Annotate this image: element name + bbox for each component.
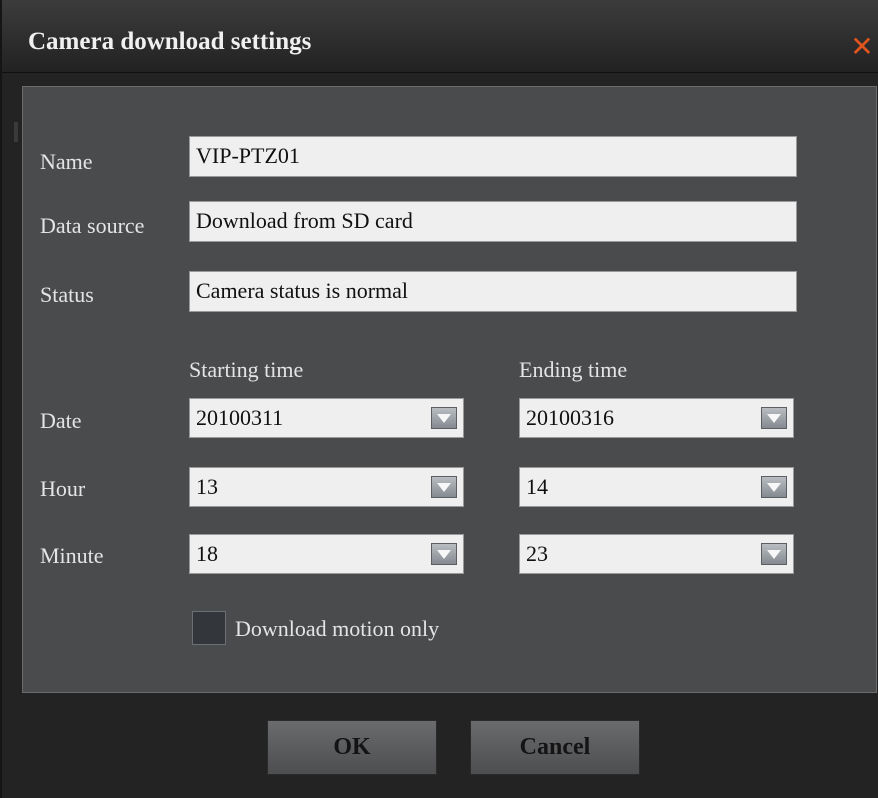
close-icon[interactable]: ✕: [844, 31, 878, 63]
end-hour-select[interactable]: 14: [519, 467, 794, 507]
end-date-select[interactable]: 20100316: [519, 398, 794, 438]
panel-edge-marker: [14, 122, 18, 142]
data-source-field[interactable]: Download from SD card: [189, 201, 797, 242]
chevron-down-icon[interactable]: [761, 476, 787, 498]
dialog-title: Camera download settings: [28, 28, 312, 55]
chevron-down-icon[interactable]: [431, 407, 457, 429]
hour-label: Hour: [40, 476, 86, 501]
start-date-select[interactable]: 20100311: [189, 398, 464, 438]
cancel-button[interactable]: Cancel: [470, 720, 640, 775]
minute-label: Minute: [40, 543, 104, 568]
end-minute-value: 23: [526, 541, 548, 566]
start-hour-select[interactable]: 13: [189, 467, 464, 507]
date-label: Date: [40, 408, 82, 433]
end-hour-value: 14: [526, 474, 548, 499]
settings-panel: Name VIP-PTZ01 Data source Download from…: [22, 86, 877, 693]
start-minute-select[interactable]: 18: [189, 534, 464, 574]
name-field[interactable]: VIP-PTZ01: [189, 136, 797, 177]
end-minute-select[interactable]: 23: [519, 534, 794, 574]
chevron-down-icon[interactable]: [431, 543, 457, 565]
chevron-down-icon[interactable]: [761, 543, 787, 565]
dialog-footer: OK Cancel: [2, 694, 878, 798]
download-motion-only-checkbox[interactable]: [192, 611, 226, 645]
name-label: Name: [40, 149, 93, 174]
data-source-label: Data source: [40, 213, 145, 238]
start-date-value: 20100311: [196, 405, 284, 430]
ending-time-header: Ending time: [519, 357, 628, 382]
title-bar[interactable]: Camera download settings ✕: [2, 0, 878, 73]
status-field[interactable]: Camera status is normal: [189, 271, 797, 312]
status-label: Status: [40, 282, 94, 307]
camera-download-settings-dialog: Camera download settings ✕ Name VIP-PTZ0…: [0, 0, 878, 798]
download-motion-only-label[interactable]: Download motion only: [235, 616, 439, 642]
chevron-down-icon[interactable]: [431, 476, 457, 498]
chevron-down-icon[interactable]: [761, 407, 787, 429]
start-hour-value: 13: [196, 474, 218, 499]
start-minute-value: 18: [196, 541, 218, 566]
starting-time-header: Starting time: [189, 357, 304, 382]
end-date-value: 20100316: [526, 405, 614, 430]
ok-button[interactable]: OK: [267, 720, 437, 775]
